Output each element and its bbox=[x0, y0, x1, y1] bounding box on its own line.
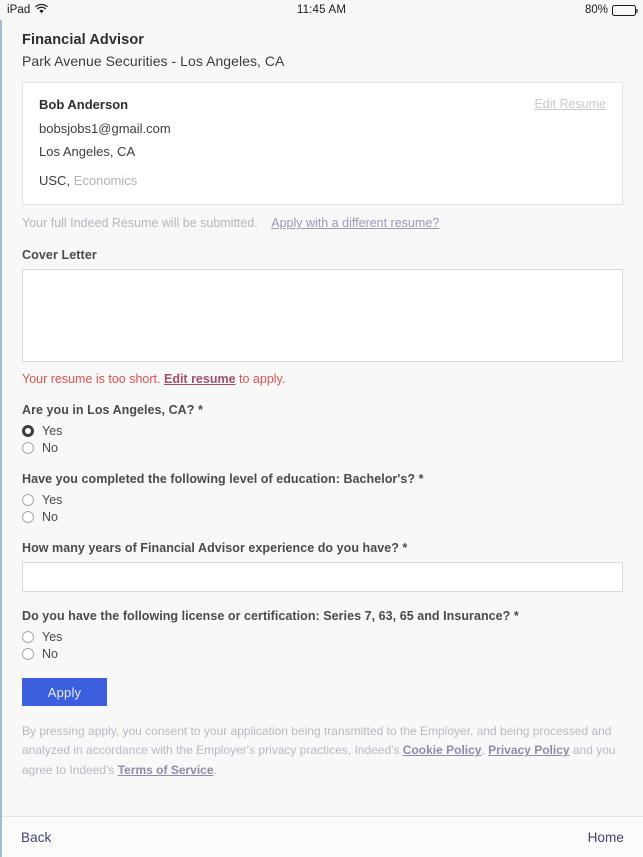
edit-resume-error-link[interactable]: Edit resume bbox=[164, 372, 236, 386]
question-block: Do you have the following license or cer… bbox=[22, 609, 623, 661]
battery-percent-label: 80% bbox=[584, 4, 608, 16]
radio-option-label: No bbox=[42, 647, 58, 661]
resume-error-suffix: to apply. bbox=[239, 372, 286, 386]
question-label: Have you completed the following level o… bbox=[22, 472, 424, 486]
cover-letter-input[interactable] bbox=[22, 269, 623, 362]
radio-option[interactable]: No bbox=[22, 510, 623, 524]
home-button[interactable]: Home bbox=[588, 830, 624, 845]
question-text-input[interactable] bbox=[22, 562, 623, 592]
resume-major: Economics bbox=[73, 173, 138, 188]
disclaimer-part-4: . bbox=[213, 762, 217, 777]
radio-icon[interactable] bbox=[22, 648, 34, 660]
resume-error-prefix: Your resume is too short. bbox=[22, 372, 161, 386]
radio-option-label: Yes bbox=[42, 493, 63, 507]
radio-option-label: No bbox=[42, 441, 58, 455]
radio-icon[interactable] bbox=[22, 494, 34, 506]
battery-icon bbox=[612, 4, 638, 16]
radio-option[interactable]: No bbox=[22, 647, 623, 661]
privacy-policy-link[interactable]: Privacy Policy bbox=[488, 743, 569, 757]
question-block: Have you completed the following level o… bbox=[22, 472, 623, 524]
resume-email: bobsjobs1@gmail.com bbox=[39, 121, 171, 136]
apply-button[interactable]: Apply bbox=[22, 678, 107, 706]
question-label: How many years of Financial Advisor expe… bbox=[22, 541, 408, 555]
job-company-location: Park Avenue Securities - Los Angeles, CA bbox=[22, 53, 285, 69]
question-label: Do you have the following license or cer… bbox=[22, 609, 519, 623]
application-page: Financial Advisor Park Avenue Securities… bbox=[0, 20, 643, 857]
edit-resume-link[interactable]: Edit Resume bbox=[534, 97, 606, 111]
bottom-navigation-bar: Back Home bbox=[2, 816, 643, 857]
radio-option-label: Yes bbox=[42, 630, 63, 644]
resume-school: USC, bbox=[39, 173, 71, 188]
resume-applicant-name: Bob Anderson bbox=[39, 97, 129, 112]
resume-card: Edit Resume Bob Anderson bobsjobs1@gmail… bbox=[22, 82, 623, 205]
back-button[interactable]: Back bbox=[21, 830, 51, 845]
question-label: Are you in Los Angeles, CA? * bbox=[22, 403, 203, 417]
radio-option-label: No bbox=[42, 510, 58, 524]
legal-disclaimer: By pressing apply, you consent to your a… bbox=[22, 722, 620, 780]
radio-icon[interactable] bbox=[22, 631, 34, 643]
radio-icon-selected[interactable] bbox=[22, 425, 34, 437]
radio-option-label: Yes bbox=[42, 424, 63, 438]
question-block: How many years of Financial Advisor expe… bbox=[22, 541, 623, 592]
wifi-icon bbox=[35, 3, 49, 17]
different-resume-link[interactable]: Apply with a different resume? bbox=[271, 216, 439, 230]
radio-option[interactable]: Yes bbox=[22, 630, 623, 644]
resume-note-text: Your full Indeed Resume will be submitte… bbox=[22, 216, 258, 230]
resume-note: Your full Indeed Resume will be submitte… bbox=[22, 216, 623, 230]
radio-icon[interactable] bbox=[22, 442, 34, 454]
resume-error-message: Your resume is too short. Edit resume to… bbox=[22, 372, 623, 386]
status-bar-right: 80% bbox=[584, 4, 638, 16]
question-block: Are you in Los Angeles, CA? * Yes No bbox=[22, 403, 623, 455]
cover-letter-label: Cover Letter bbox=[22, 248, 97, 262]
radio-option[interactable]: Yes bbox=[22, 493, 623, 507]
resume-education: USC, Economics bbox=[39, 173, 606, 188]
status-bar: iPad 11:45 AM 80% bbox=[0, 0, 643, 20]
radio-option[interactable]: No bbox=[22, 441, 623, 455]
status-bar-left: iPad bbox=[7, 3, 49, 17]
resume-location: Los Angeles, CA bbox=[39, 144, 136, 159]
cookie-policy-link[interactable]: Cookie Policy bbox=[403, 743, 482, 757]
screener-questions: Are you in Los Angeles, CA? * Yes No Have y… bbox=[22, 403, 623, 661]
page-title: Financial Advisor bbox=[22, 32, 145, 48]
radio-icon[interactable] bbox=[22, 511, 34, 523]
terms-of-service-link[interactable]: Terms of Service bbox=[118, 763, 214, 777]
status-bar-time: 11:45 AM bbox=[296, 4, 347, 16]
device-name: iPad bbox=[7, 4, 31, 16]
radio-option[interactable]: Yes bbox=[22, 424, 623, 438]
application-content: Financial Advisor Park Avenue Securities… bbox=[2, 20, 643, 816]
